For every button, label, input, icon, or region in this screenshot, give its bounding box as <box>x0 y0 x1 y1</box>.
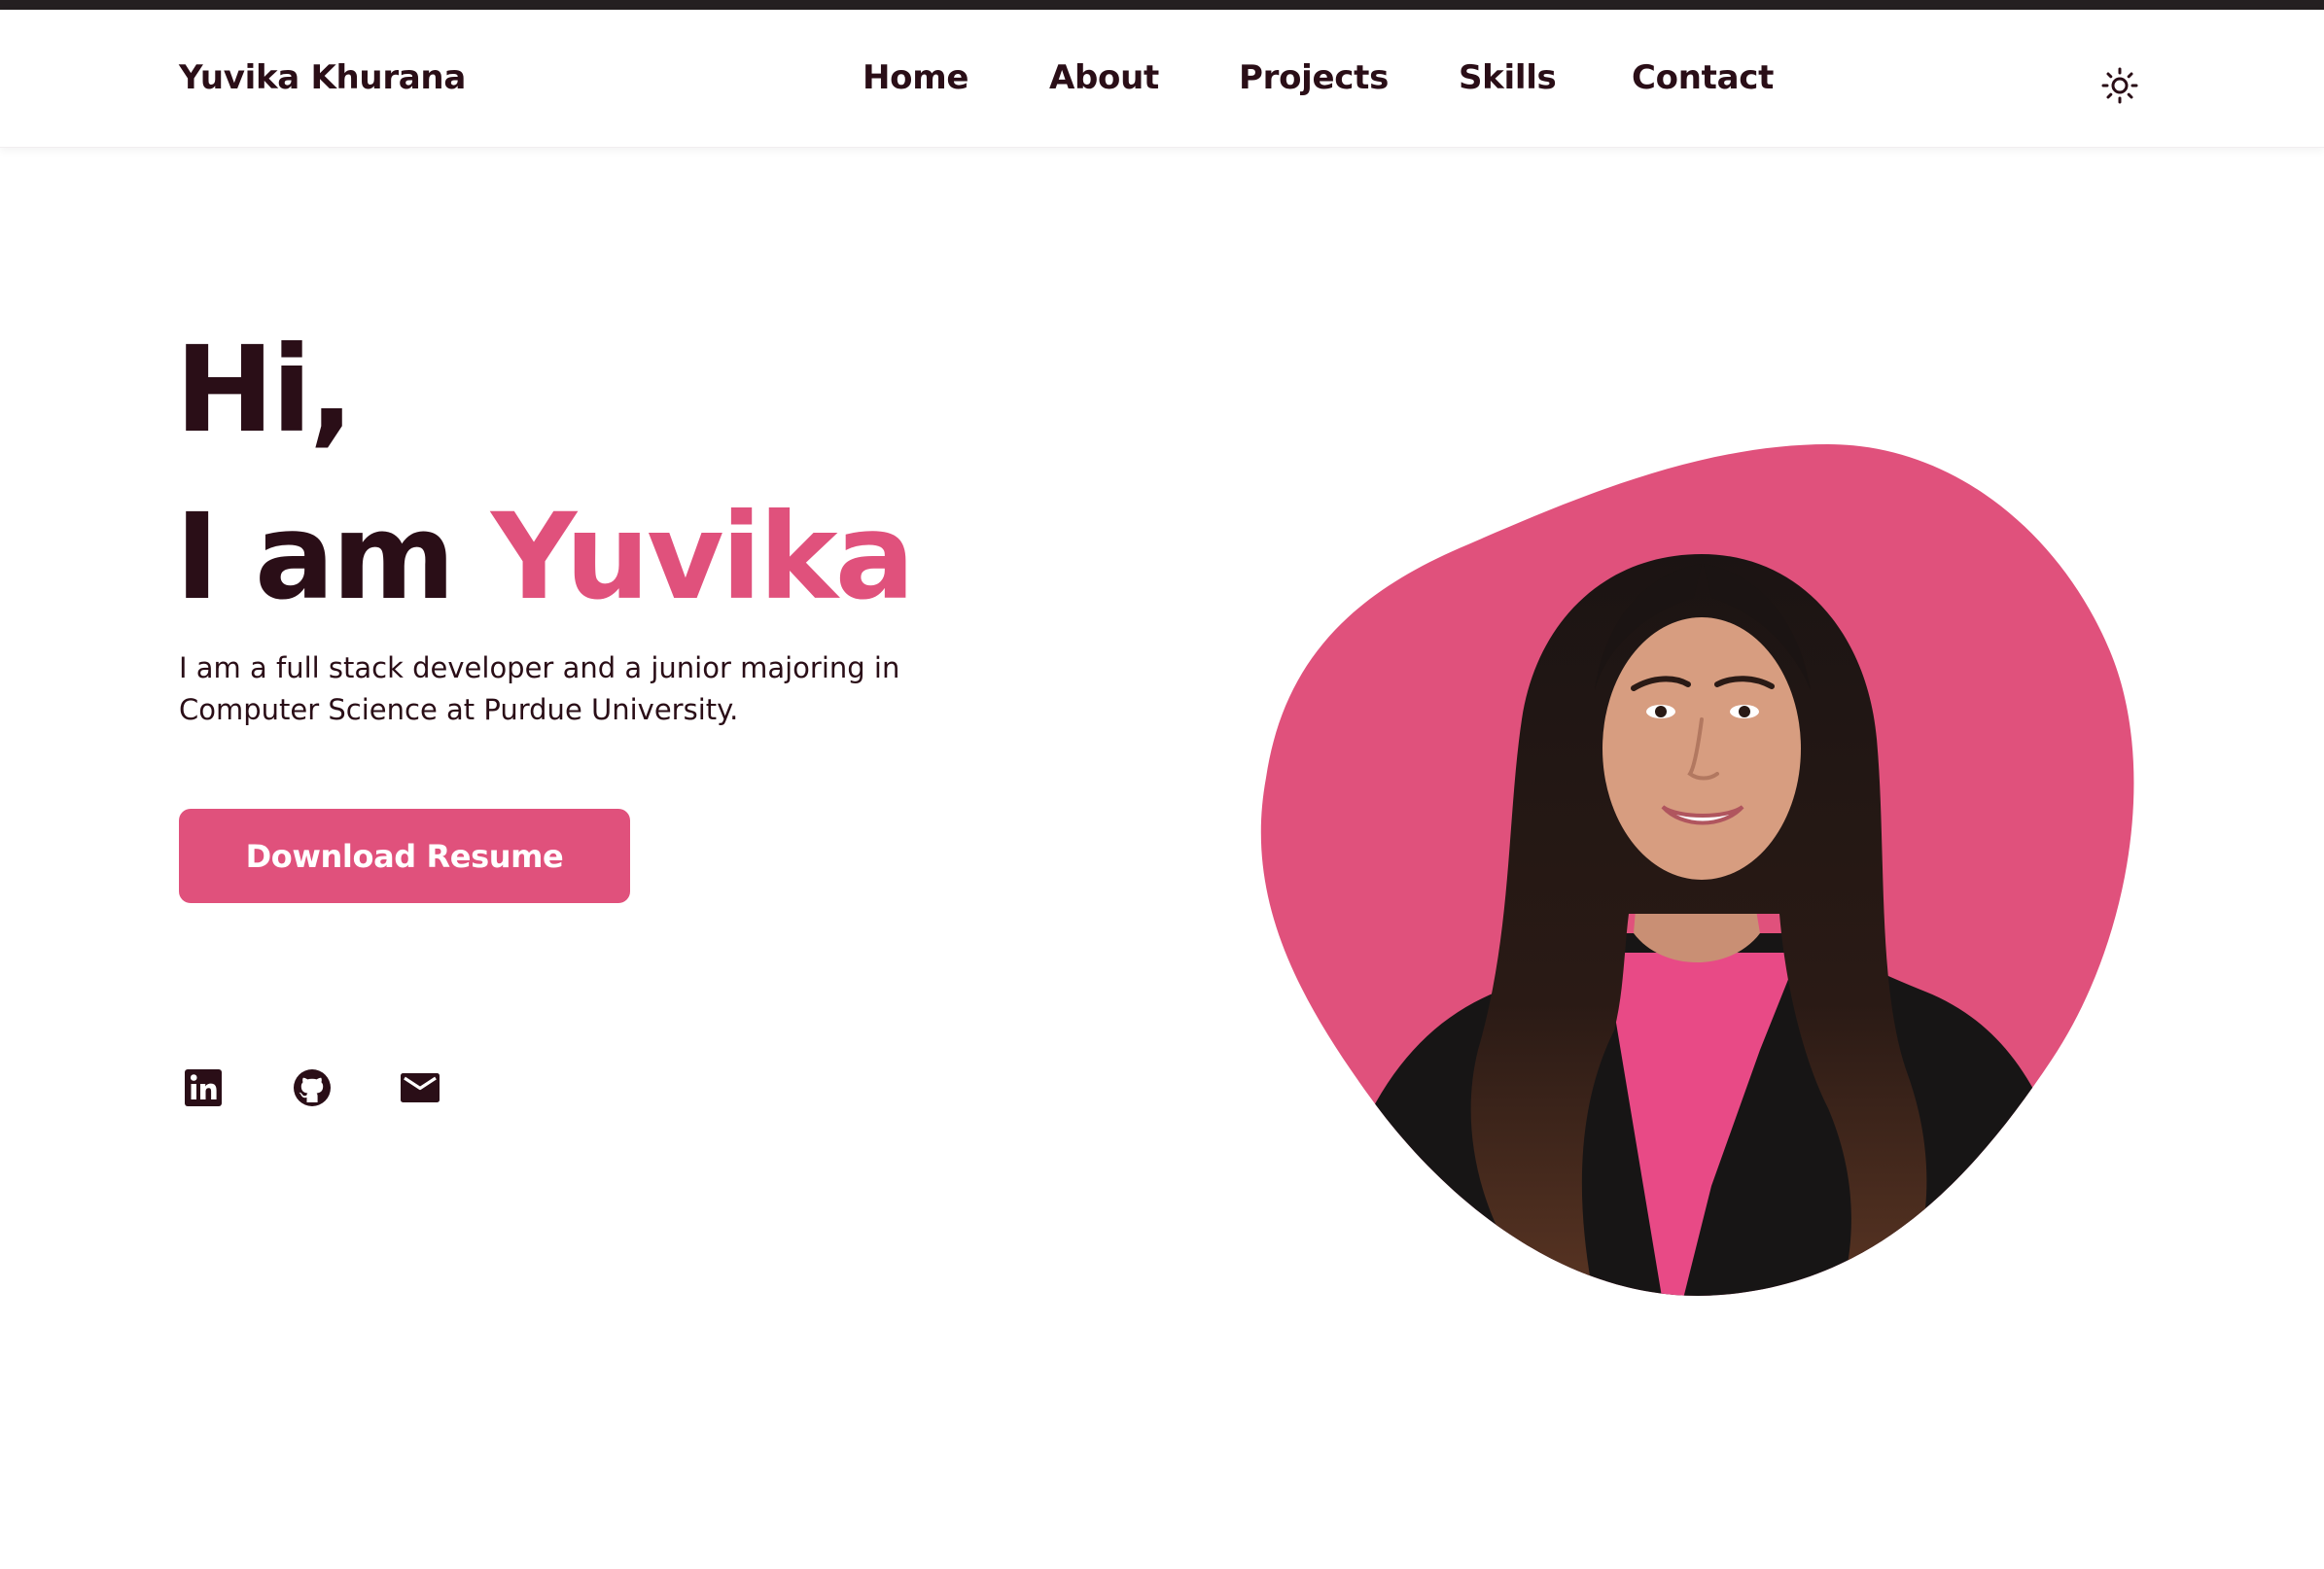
nav-contact-link[interactable]: Contact <box>1632 58 1774 97</box>
profile-photo <box>1254 428 2149 1303</box>
hero-greeting: Hi, <box>175 321 354 459</box>
hero-intro-prefix: I am <box>175 488 455 626</box>
nav-projects-link[interactable]: Projects <box>1239 58 1389 97</box>
top-strip <box>0 0 2324 10</box>
email-icon <box>401 1073 440 1102</box>
hero-description: I am a full stack developer and a junior… <box>179 651 900 726</box>
download-resume-button[interactable]: Download Resume <box>179 809 630 903</box>
linkedin-icon <box>185 1069 222 1106</box>
github-link[interactable] <box>290 1065 335 1110</box>
profile-photo-illustration <box>1260 444 2134 1296</box>
navbar: Yuvika Khurana Home About Projects Skill… <box>0 10 2324 148</box>
nav-links: Home About Projects Skills Contact <box>0 58 2324 107</box>
linkedin-link[interactable] <box>181 1065 226 1110</box>
theme-toggle-button[interactable] <box>2100 66 2139 105</box>
sun-icon <box>2101 67 2138 104</box>
nav-about-link[interactable]: About <box>1049 58 1159 97</box>
hero-intro-name: Yuvika <box>490 488 915 626</box>
nav-skills-link[interactable]: Skills <box>1459 58 1557 97</box>
github-icon <box>294 1069 331 1106</box>
nav-home-link[interactable]: Home <box>863 58 968 97</box>
email-link[interactable] <box>398 1065 442 1110</box>
hero-intro: I am Yuvika <box>175 498 915 616</box>
